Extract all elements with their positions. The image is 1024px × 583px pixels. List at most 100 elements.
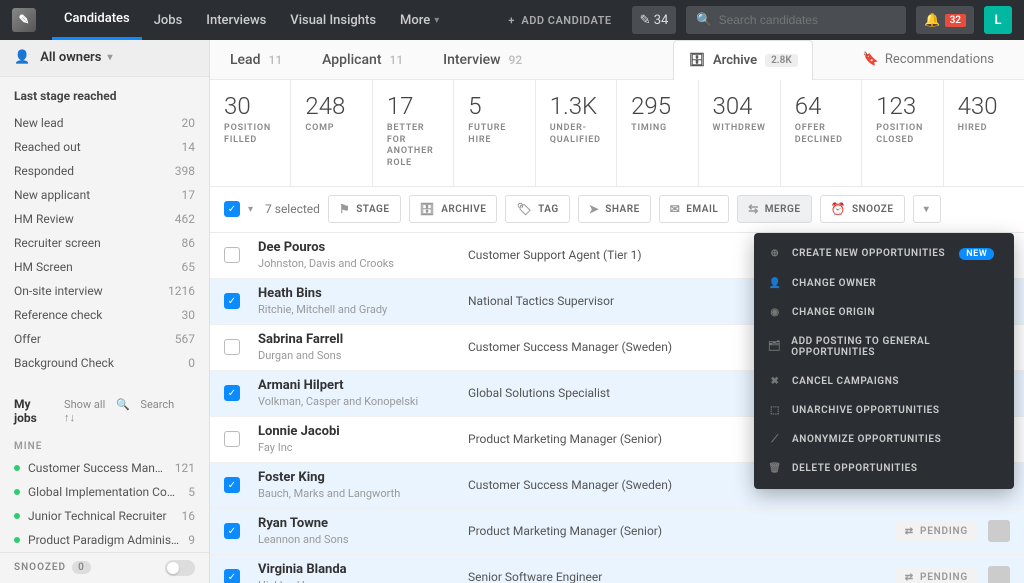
tag-button[interactable]: 🏷TAG: [505, 195, 569, 223]
chevron-down-icon: ▾: [107, 52, 112, 63]
select-caret[interactable]: ▾: [248, 204, 253, 215]
stat-cell[interactable]: 304WITHDREW: [699, 80, 781, 186]
dropdown-item[interactable]: ◉CHANGE ORIGIN: [754, 298, 1014, 327]
nav-visual-insights[interactable]: Visual Insights: [278, 0, 388, 40]
merge-icon: ⇆: [748, 202, 759, 216]
sidebar-stage-item[interactable]: Offer567: [0, 327, 209, 351]
sidebar-job-item[interactable]: Junior Technical Recruiter16: [0, 504, 209, 528]
user-avatar[interactable]: L: [984, 6, 1012, 34]
tab-lead[interactable]: Lead11: [230, 52, 282, 68]
nav-jobs[interactable]: Jobs: [142, 0, 195, 40]
sidebar-stage-item[interactable]: Background Check0: [0, 351, 209, 375]
pending-badge: ⇄PENDING: [895, 568, 978, 583]
flag-icon: ⚑: [339, 202, 350, 216]
tab-interview[interactable]: Interview92: [443, 52, 522, 68]
search-jobs-link[interactable]: 🔍 Search: [116, 398, 174, 411]
sidebar-stage-item[interactable]: Reached out14: [0, 135, 209, 159]
candidate-role: Product Marketing Manager (Senior): [468, 524, 887, 538]
candidate-name: Dee Pouros: [258, 240, 468, 255]
tab-recommendations[interactable]: 🔖 Recommendations: [853, 52, 1004, 67]
sidebar-stage-item[interactable]: On-site interview1216: [0, 279, 209, 303]
search-input[interactable]: [719, 13, 897, 27]
more-actions-button[interactable]: ▾: [913, 195, 941, 223]
sidebar-stage-item[interactable]: Reference check30: [0, 303, 209, 327]
app-logo-icon[interactable]: ✎: [12, 8, 36, 32]
chevron-down-icon: ▾: [434, 15, 439, 26]
assignee-avatar[interactable]: [988, 520, 1010, 542]
show-all-link[interactable]: Show all: [64, 398, 105, 411]
nav-candidates[interactable]: Candidates: [52, 0, 142, 40]
archive-button[interactable]: 🗄ARCHIVE: [409, 195, 498, 223]
selection-count: 7 selected: [265, 202, 320, 216]
stat-cell[interactable]: 30POSITION FILLED: [210, 80, 291, 186]
stat-cell[interactable]: 295TIMING: [617, 80, 698, 186]
search-candidates[interactable]: 🔍: [686, 6, 906, 34]
dropdown-item[interactable]: ⊕CREATE NEW OPPORTUNITIESNEW: [754, 239, 1014, 269]
tab-applicant[interactable]: Applicant11: [322, 52, 403, 68]
candidate-row[interactable]: ✓ Virginia BlandaHickle - Hansen Senior …: [210, 555, 1024, 583]
row-checkbox[interactable]: ✓: [224, 477, 240, 493]
sidebar-stage-item[interactable]: New applicant17: [0, 183, 209, 207]
tab-archive[interactable]: 🗄 Archive 2.8K: [673, 40, 812, 80]
candidate-company: Ritchie, Mitchell and Grady: [258, 303, 468, 316]
stage-button[interactable]: ⚑STAGE: [328, 195, 401, 223]
stat-cell[interactable]: 5FUTURE HIRE: [454, 80, 535, 186]
dropdown-item[interactable]: ⟋ANONYMIZE OPPORTUNITIES: [754, 425, 1014, 454]
dropdown-item-icon: ✖: [768, 376, 782, 387]
nav-interviews[interactable]: Interviews: [194, 0, 278, 40]
status-dot-icon: [14, 489, 20, 495]
sidebar: 👤 All owners ▾ Last stage reached New le…: [0, 40, 210, 583]
dropdown-item[interactable]: 👤CHANGE OWNER: [754, 269, 1014, 298]
row-checkbox[interactable]: [224, 247, 240, 263]
stat-cell[interactable]: 430HIRED: [944, 80, 1024, 186]
candidate-row[interactable]: ✓ Ryan TowneLeannon and Sons Product Mar…: [210, 509, 1024, 555]
row-checkbox[interactable]: ✓: [224, 385, 240, 401]
stat-cell[interactable]: 64OFFER DECLINED: [781, 80, 862, 186]
action-bar: ✓ ▾ 7 selected ⚑STAGE 🗄ARCHIVE 🏷TAG ➤SHA…: [210, 187, 1024, 233]
sidebar-job-item[interactable]: Global Implementation Coordin…5: [0, 480, 209, 504]
sidebar-job-item[interactable]: Product Paradigm Administrator9: [0, 528, 209, 552]
stat-cell[interactable]: 123POSITION CLOSED: [862, 80, 943, 186]
snoozed-toggle[interactable]: [165, 560, 195, 576]
stat-cell[interactable]: 17BETTER FOR ANOTHER ROLE: [373, 80, 454, 186]
stat-cell[interactable]: 1.3KUNDER-QUALIFIED: [536, 80, 617, 186]
snooze-button[interactable]: ⏰SNOOZE: [820, 195, 905, 223]
dropdown-item-icon: ⟋: [768, 434, 782, 445]
owners-filter[interactable]: 👤 All owners ▾: [0, 40, 209, 77]
dropdown-item[interactable]: 🗑DELETE OPPORTUNITIES: [754, 454, 1014, 483]
notifications-button[interactable]: 🔔 32: [916, 6, 974, 34]
sidebar-stage-item[interactable]: New lead20: [0, 111, 209, 135]
row-checkbox[interactable]: [224, 431, 240, 447]
sidebar-stage-item[interactable]: HM Screen65: [0, 255, 209, 279]
sidebar-job-item[interactable]: Customer Success Manager (…121: [0, 456, 209, 480]
add-candidate-button[interactable]: + ADD CANDIDATE: [496, 6, 623, 34]
row-checkbox[interactable]: ✓: [224, 293, 240, 309]
snoozed-bar[interactable]: SNOOZED 0: [0, 552, 209, 583]
email-button[interactable]: ✉EMAIL: [659, 195, 730, 223]
sidebar-stage-item[interactable]: Responded398: [0, 159, 209, 183]
row-checkbox[interactable]: [224, 339, 240, 355]
dropdown-item[interactable]: ⬚UNARCHIVE OPPORTUNITIES: [754, 396, 1014, 425]
candidate-company: Leannon and Sons: [258, 533, 468, 546]
chevron-down-icon: ▾: [924, 204, 930, 215]
sidebar-stage-item[interactable]: HM Review462: [0, 207, 209, 231]
tag-icon: 🏷: [516, 202, 532, 216]
stat-cell[interactable]: 248COMP: [291, 80, 372, 186]
select-all-checkbox[interactable]: ✓: [224, 201, 240, 217]
mine-label: MINE: [0, 431, 209, 456]
assignee-avatar[interactable]: [988, 566, 1010, 583]
merge-button[interactable]: ⇆MERGE: [737, 195, 811, 223]
sort-icon[interactable]: ↑↓: [64, 411, 75, 424]
dropdown-item-icon: ⊕: [768, 248, 782, 259]
dropdown-item[interactable]: ✖CANCEL CAMPAIGNS: [754, 367, 1014, 396]
row-checkbox[interactable]: ✓: [224, 569, 240, 583]
candidate-company: Hickle - Hansen: [258, 579, 468, 583]
share-button[interactable]: ➤SHARE: [578, 195, 651, 223]
myjobs-title: My jobs: [14, 397, 56, 425]
dropdown-item[interactable]: 🗂ADD POSTING TO GENERAL OPPORTUNITIES: [754, 327, 1014, 367]
dropdown-item-icon: ◉: [768, 307, 782, 318]
edit-button[interactable]: ✎ 34: [632, 6, 677, 34]
row-checkbox[interactable]: ✓: [224, 523, 240, 539]
sidebar-stage-item[interactable]: Recruiter screen86: [0, 231, 209, 255]
nav-more[interactable]: More ▾: [388, 0, 451, 40]
